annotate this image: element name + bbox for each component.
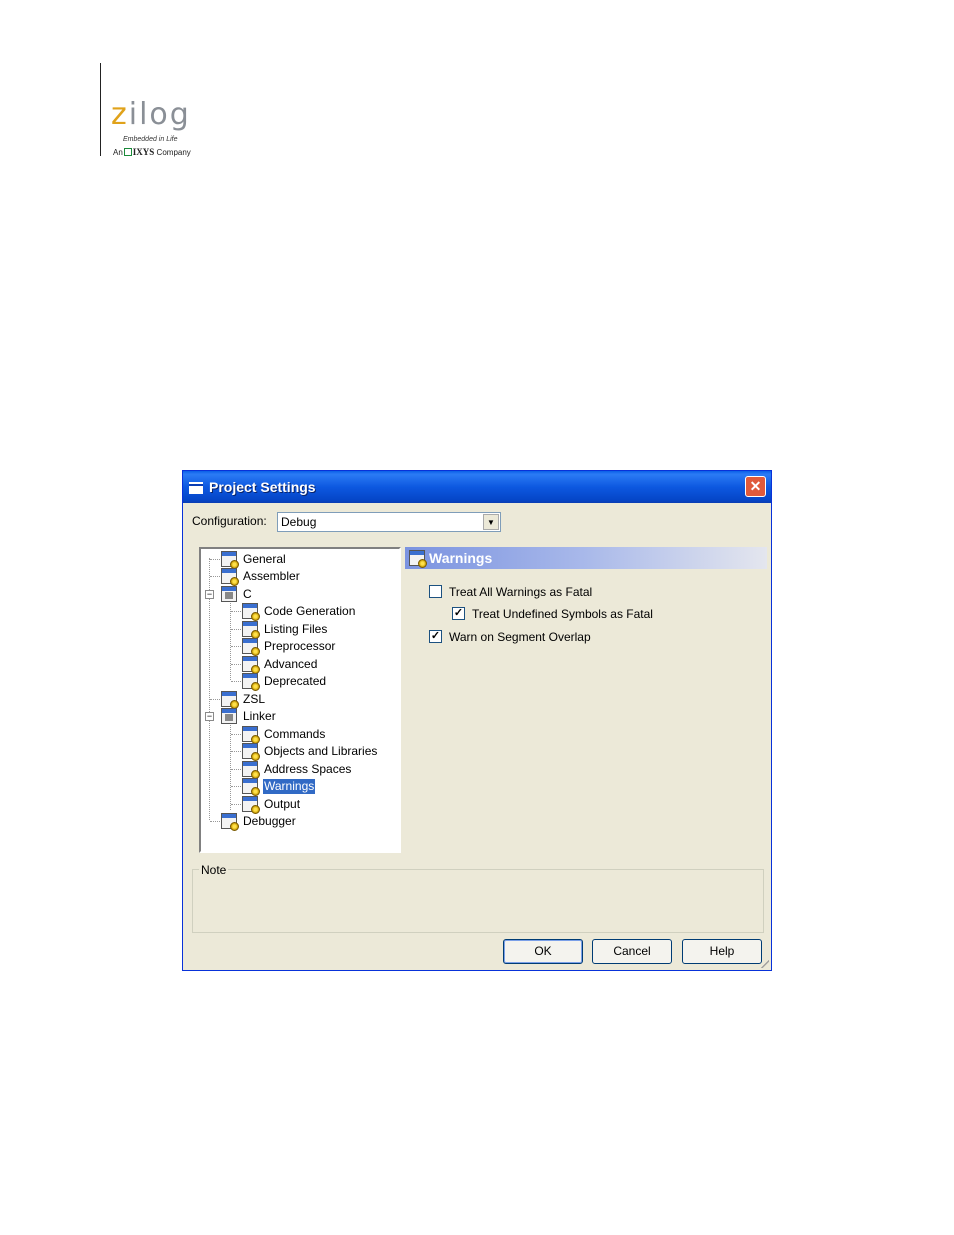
ixys-square-icon — [123, 148, 132, 156]
settings-page-icon — [242, 621, 260, 639]
settings-page-icon — [242, 726, 260, 744]
option-label: Warn on Segment Overlap — [449, 630, 591, 644]
configuration-label: Configuration: — [192, 514, 267, 528]
window-icon — [189, 482, 203, 494]
tree-item-label: Commands — [264, 727, 326, 741]
settings-page-icon — [409, 550, 427, 568]
tree-connector — [231, 646, 241, 647]
tree-item-label: Advanced — [264, 657, 318, 671]
collapse-toggle-c[interactable]: − — [205, 590, 214, 599]
note-groupbox — [192, 869, 764, 933]
tree-connector — [231, 629, 241, 630]
tree-line-c — [230, 601, 231, 680]
project-settings-dialog: Project Settings ✕ Configuration: Debug … — [182, 470, 772, 971]
settings-page-icon — [242, 761, 260, 779]
configuration-select[interactable]: Debug ▼ — [277, 512, 501, 532]
tree-connector — [231, 804, 241, 805]
tree-item-label: Address Spaces — [264, 762, 352, 776]
checkbox-checked[interactable]: ✓ — [429, 630, 442, 643]
settings-page-icon — [242, 673, 260, 691]
logo-wordmark: zilog — [111, 97, 191, 132]
margin-rule — [100, 63, 101, 156]
dialog-title: Project Settings — [209, 479, 316, 495]
tree-item-label: ZSL — [243, 692, 266, 706]
resize-grip-icon[interactable] — [759, 958, 769, 968]
collapse-toggle-linker[interactable]: − — [205, 712, 214, 721]
settings-page-icon — [242, 743, 260, 761]
settings-page-icon — [221, 568, 239, 586]
tree-item-label: Assembler — [243, 569, 300, 583]
tree-connector — [231, 611, 241, 612]
settings-group-icon — [221, 708, 237, 724]
checkbox-checked[interactable]: ✓ — [452, 607, 465, 620]
chevron-down-icon[interactable]: ▼ — [483, 514, 499, 530]
tree-item-label: Debugger — [243, 814, 296, 828]
logo-sub-prefix: An — [113, 148, 123, 157]
option-label: Treat Undefined Symbols as Fatal — [472, 607, 653, 621]
option-label: Treat All Warnings as Fatal — [449, 585, 593, 599]
settings-page-icon — [221, 691, 239, 709]
settings-page-icon — [242, 603, 260, 621]
zilog-logo: zilog Embedded in Life An IXYS Company — [111, 100, 231, 160]
cancel-button[interactable]: Cancel — [592, 939, 672, 964]
settings-page-icon — [242, 778, 260, 796]
tree-connector — [210, 699, 220, 700]
tree-connector — [231, 681, 241, 682]
settings-page-icon — [221, 813, 239, 831]
close-icon: ✕ — [749, 478, 762, 494]
tree-item-label: General — [243, 552, 286, 566]
settings-page-icon — [242, 796, 260, 814]
configuration-value: Debug — [281, 515, 317, 529]
tree-connector — [231, 734, 241, 735]
help-button[interactable]: Help — [682, 939, 762, 964]
tree-item-label: Listing Files — [264, 622, 328, 636]
ok-button[interactable]: OK — [503, 939, 583, 964]
tree-line-linker — [230, 723, 231, 810]
tree-item-label: Preprocessor — [264, 639, 336, 653]
logo-subline: An IXYS Company — [113, 147, 191, 157]
settings-page-icon — [242, 656, 260, 674]
logo-sub-brand: IXYS — [132, 147, 155, 157]
tree-item-label: Deprecated — [264, 674, 327, 688]
tree-item-label: Output — [264, 797, 301, 811]
tree-connector — [231, 769, 241, 770]
logo-word-rest: ilog — [128, 97, 191, 132]
settings-group-icon — [221, 586, 237, 602]
tree-item-label: Code Generation — [264, 604, 356, 618]
settings-page-icon — [221, 551, 239, 569]
tree-connector — [210, 576, 220, 577]
tree-item-label: C — [243, 587, 252, 601]
panel-header: Warnings — [405, 547, 767, 569]
tree-connector — [210, 821, 220, 822]
dialog-titlebar[interactable]: Project Settings ✕ — [183, 471, 771, 503]
tree-connector — [231, 786, 241, 787]
settings-page-icon — [242, 638, 260, 656]
tree-item-label: Objects and Libraries — [264, 744, 378, 758]
logo-tagline: Embedded in Life — [123, 136, 178, 143]
note-label: Note — [199, 863, 229, 877]
tree-item-label: Linker — [243, 709, 276, 723]
checkbox-unchecked[interactable] — [429, 585, 442, 598]
tree-item-label-selected: Warnings — [263, 779, 316, 794]
panel-title: Warnings — [429, 550, 493, 566]
settings-tree[interactable]: General Assembler − C Code Generation Li… — [199, 547, 401, 853]
tree-connector — [210, 559, 220, 560]
tree-connector — [231, 664, 241, 665]
tree-connector — [231, 751, 241, 752]
close-button[interactable]: ✕ — [745, 476, 766, 497]
logo-sub-suffix: Company — [156, 148, 191, 157]
